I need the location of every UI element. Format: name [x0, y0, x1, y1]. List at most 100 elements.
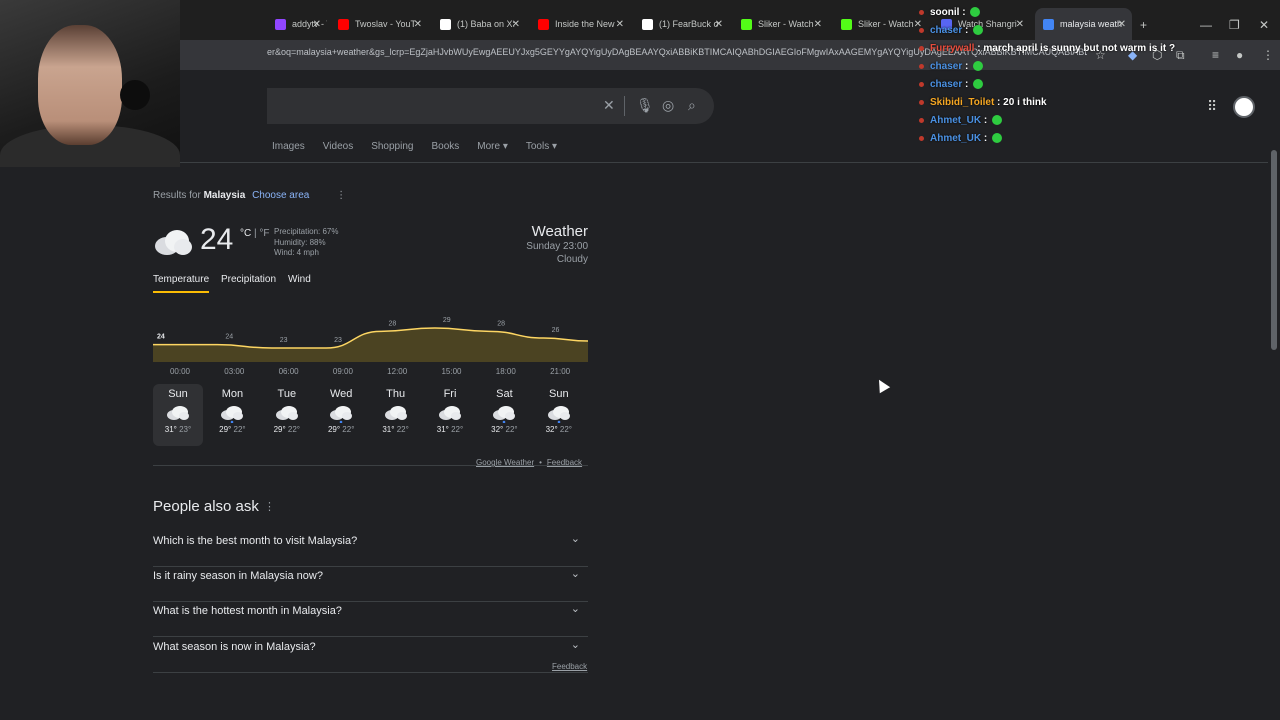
- weather-title: Weather: [531, 223, 588, 240]
- scrollbar-thumb[interactable]: [1271, 150, 1277, 350]
- puzzle-icon[interactable]: ⧉: [1176, 48, 1185, 63]
- forecast-day[interactable]: Fri 31° 22°: [425, 384, 475, 446]
- time-tick-label: 00:00: [169, 367, 191, 376]
- tab-precipitation[interactable]: Precipitation: [221, 274, 276, 285]
- browser-tab[interactable]: malaysia weath ✕: [1035, 8, 1132, 40]
- paa-feedback-link[interactable]: Feedback: [552, 662, 587, 671]
- chat-text: march april is sunny but not warm is it …: [983, 43, 1176, 54]
- time-axis: 00:00 03:00 06:00 09:00 12:00 15:00 18:00 21:00: [153, 367, 588, 379]
- clear-icon[interactable]: ✕: [603, 97, 615, 114]
- day-temps: 29° 22°: [262, 425, 312, 434]
- day-name: Thu: [386, 388, 406, 400]
- search-icon[interactable]: ⌕: [688, 97, 696, 114]
- choose-area-link[interactable]: Choose area: [252, 190, 309, 201]
- paa-title: People also ask: [153, 498, 259, 515]
- forecast-day[interactable]: Mon 29° 22°: [207, 384, 257, 446]
- tab-books[interactable]: Books: [431, 141, 459, 157]
- paa-more-icon[interactable]: ⋮: [264, 500, 275, 513]
- time-tick-label: 09:00: [332, 367, 353, 376]
- tab-shopping[interactable]: Shopping: [371, 141, 413, 157]
- lens-icon[interactable]: ◎: [662, 97, 674, 114]
- weather-feedback-link[interactable]: Feedback: [547, 458, 582, 467]
- forecast-day[interactable]: Tue 29° 22°: [262, 384, 312, 446]
- forecast-day[interactable]: Wed 29° 22°: [316, 384, 366, 446]
- tab-images[interactable]: Images: [272, 141, 305, 157]
- day-temps: 31° 23°: [153, 425, 203, 434]
- chat-colon: :: [981, 133, 991, 144]
- unit-fahrenheit[interactable]: °F: [259, 228, 269, 239]
- chevron-down-icon: ⌄: [570, 603, 580, 615]
- browser-tab[interactable]: (1) FearBuck o ✕: [634, 8, 729, 40]
- google-weather-link[interactable]: Google Weather: [476, 458, 534, 467]
- browser-tab[interactable]: addytv - T✕: [267, 8, 327, 40]
- chat-username: Skibidi_Toilet: [930, 97, 995, 108]
- unit-celsius[interactable]: °C: [240, 228, 251, 239]
- avatar[interactable]: [1233, 96, 1255, 118]
- tab-favicon-icon: [275, 18, 286, 30]
- day-low: 23°: [179, 425, 192, 434]
- tab-strip: addytv - T✕Twoslav - YouT✕(1) Baba on X:…: [0, 0, 1280, 40]
- day-high: 31°: [382, 425, 395, 434]
- tab-videos[interactable]: Videos: [323, 141, 353, 157]
- browser-tab-label: (1) Baba on X:: [457, 19, 516, 29]
- chart-data-label: 26: [552, 327, 560, 334]
- forecast-day[interactable]: Sun 31° 23°: [153, 384, 203, 446]
- close-tab-icon[interactable]: ✕: [814, 19, 822, 30]
- results-for: Results for Malaysia Choose area ⋮: [153, 190, 346, 201]
- search-input[interactable]: ✕ 🎙︎ ◎ ⌕: [267, 88, 714, 124]
- emote-icon: [992, 133, 1003, 144]
- close-tab-icon[interactable]: ✕: [313, 19, 321, 30]
- more-options-icon[interactable]: ⋮: [336, 190, 346, 201]
- minimize-icon[interactable]: —: [1200, 18, 1212, 32]
- search-nav-tabs: Images Videos Shopping Books More ▾ Tool…: [272, 141, 575, 157]
- browser-tab[interactable]: (1) Baba on X: ✕: [432, 8, 526, 40]
- scrollbar[interactable]: [1268, 70, 1280, 720]
- forecast-day[interactable]: Sat 32° 22°: [479, 384, 529, 446]
- browser-tab[interactable]: Sliker - Watch ✕: [733, 8, 828, 40]
- tab-tools[interactable]: Tools ▾: [526, 141, 557, 157]
- apps-grid-icon[interactable]: ⠿: [1207, 98, 1217, 115]
- chat-message: chaser :: [919, 61, 984, 72]
- chart-data-label: 23: [334, 337, 342, 344]
- webcam-head: [38, 25, 122, 145]
- paa-question[interactable]: Which is the best month to visit Malaysi…: [153, 532, 588, 567]
- day-low: 22°: [287, 425, 301, 434]
- browser-tab[interactable]: Sliker - Watch ✕: [833, 8, 928, 40]
- browser-tab[interactable]: Inside the New ✕: [530, 8, 630, 40]
- chat-badge-icon: [919, 117, 924, 123]
- media-icon[interactable]: ≡: [1212, 48, 1219, 62]
- restore-icon[interactable]: ❐: [1229, 18, 1240, 32]
- paa-question[interactable]: Is it rainy season in Malaysia now? ⌄: [153, 567, 588, 602]
- close-tab-icon[interactable]: ✕: [1016, 19, 1024, 30]
- close-tab-icon[interactable]: ✕: [1118, 19, 1126, 30]
- forecast-day[interactable]: Sun 32° 22°: [534, 384, 584, 446]
- close-tab-icon[interactable]: ✕: [715, 19, 723, 30]
- day-low: 22°: [342, 425, 355, 434]
- browser-tab-label: malaysia weath: [1060, 19, 1123, 29]
- tab-favicon-icon: [841, 18, 852, 30]
- time-tick-label: 06:00: [278, 367, 299, 376]
- day-low: 22°: [505, 425, 518, 434]
- weather-datetime-block: Sunday 23:00 Cloudy: [440, 240, 588, 266]
- tab-more[interactable]: More ▾: [477, 141, 508, 157]
- paa-question[interactable]: What is the hottest month in Malaysia? ⌄: [153, 602, 588, 637]
- tab-wind[interactable]: Wind: [288, 274, 311, 285]
- profile-icon[interactable]: ●: [1236, 48, 1243, 62]
- paa-question[interactable]: What season is now in Malaysia? ⌄: [153, 638, 588, 673]
- close-tab-icon[interactable]: ✕: [414, 19, 422, 30]
- day-name: Tue: [277, 388, 297, 400]
- tab-temperature[interactable]: Temperature: [153, 274, 210, 293]
- close-window-icon[interactable]: ✕: [1259, 18, 1269, 32]
- close-tab-icon[interactable]: ✕: [512, 19, 520, 30]
- mic-icon[interactable]: 🎙︎: [636, 97, 654, 114]
- forecast-day[interactable]: Thu 31° 22°: [371, 384, 421, 446]
- browser-menu-icon[interactable]: ⋮: [1262, 48, 1274, 62]
- cloud-icon: [155, 230, 192, 255]
- close-tab-icon[interactable]: ✕: [616, 19, 624, 30]
- tab-favicon-icon: [1043, 18, 1054, 30]
- paa-question-text: Which is the best month to visit Malaysi…: [153, 535, 358, 547]
- chart-data-label: 24: [225, 334, 233, 341]
- browser-tab[interactable]: Twoslav - YouT ✕: [330, 8, 428, 40]
- wind-text: Wind: 4 mph: [274, 248, 319, 257]
- new-tab-icon[interactable]: +: [1140, 18, 1147, 32]
